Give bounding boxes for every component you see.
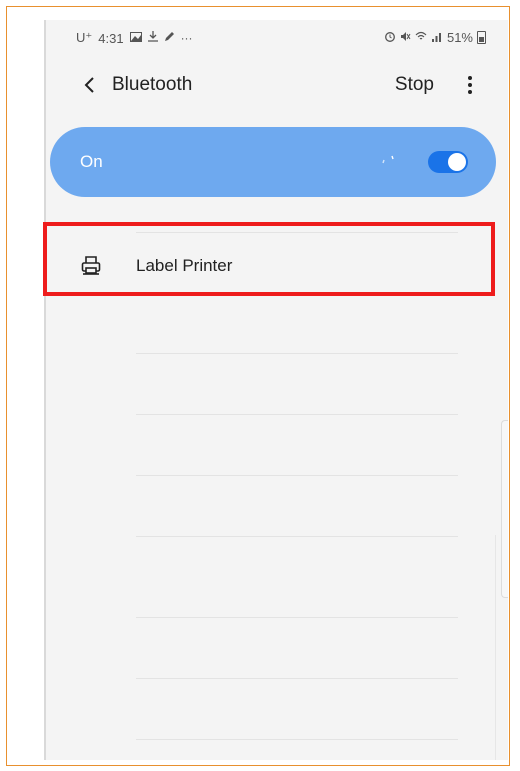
battery-icon	[477, 31, 486, 44]
alarm-icon	[384, 31, 396, 45]
bluetooth-switch[interactable]	[428, 151, 468, 173]
wifi-icon	[415, 31, 427, 45]
page-title: Bluetooth	[112, 74, 193, 95]
back-button[interactable]	[74, 70, 104, 100]
list-divider	[136, 353, 458, 354]
mute-icon	[400, 31, 411, 45]
scrollbar[interactable]	[501, 420, 508, 598]
app-bar: Bluetooth Stop	[46, 64, 508, 108]
clock: 4:31	[98, 30, 124, 46]
list-divider	[136, 475, 458, 476]
list-divider	[136, 414, 458, 415]
list-divider	[136, 617, 458, 618]
list-divider	[136, 739, 458, 740]
carrier-label: U⁺	[76, 30, 93, 45]
scanning-spinner-icon	[382, 155, 394, 164]
phone-screen: U⁺ 4:31 ··· 51% Bluetooth Stop On Label …	[46, 20, 508, 760]
status-right: 51%	[384, 30, 486, 45]
battery-percent: 51%	[446, 30, 473, 45]
bluetooth-toggle-row[interactable]: On	[50, 127, 496, 197]
list-divider	[136, 536, 458, 537]
download-icon	[147, 31, 158, 45]
stop-button[interactable]: Stop	[395, 74, 434, 96]
list-divider	[136, 678, 458, 679]
chevron-left-icon	[84, 77, 94, 93]
signal-icon	[431, 31, 443, 45]
more-vertical-icon	[468, 76, 472, 94]
highlight-box	[43, 222, 495, 296]
toggle-label: On	[80, 152, 103, 171]
status-bar: U⁺ 4:31 ··· 51%	[46, 20, 508, 52]
more-icon: ···	[180, 31, 193, 45]
switch-knob	[448, 153, 466, 171]
pen-icon	[164, 31, 175, 45]
scroll-indicator	[495, 535, 496, 760]
status-left: U⁺ 4:31 ···	[76, 30, 193, 46]
gallery-icon	[129, 31, 142, 45]
more-options-button[interactable]	[458, 70, 482, 100]
